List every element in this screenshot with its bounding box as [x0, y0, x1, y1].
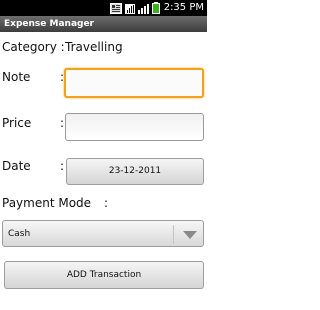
- price-label: Price: [2, 116, 32, 130]
- app-title: Expense Manager: [0, 16, 207, 32]
- date-picker-button[interactable]: 23-12-2011: [66, 158, 204, 185]
- date-colon: :: [60, 159, 65, 173]
- network-bars-icon: [138, 3, 149, 14]
- payment-mode-selected: Cash: [8, 229, 31, 239]
- dropdown-divider: [173, 225, 174, 244]
- status-icons: [110, 2, 160, 14]
- payment-mode-label: Payment Mode: [2, 196, 92, 210]
- signal-icon: [125, 3, 135, 14]
- battery-icon: [152, 2, 160, 14]
- notification-icon: [110, 2, 122, 14]
- price-colon: :: [60, 116, 65, 130]
- add-transaction-button[interactable]: ADD Transaction: [4, 261, 204, 289]
- category-value: Travelling: [65, 40, 123, 54]
- status-bar: 2:35 PM: [0, 0, 207, 16]
- payment-mode-colon: :: [104, 196, 109, 210]
- date-label: Date: [2, 159, 31, 173]
- category-label: Category :: [2, 40, 65, 54]
- dropdown-arrow-icon: [183, 231, 197, 239]
- price-input[interactable]: [65, 113, 204, 141]
- status-clock: 2:35 PM: [163, 2, 204, 13]
- payment-mode-dropdown[interactable]: Cash: [2, 220, 204, 247]
- note-input[interactable]: [64, 68, 204, 98]
- note-label: Note: [2, 70, 31, 84]
